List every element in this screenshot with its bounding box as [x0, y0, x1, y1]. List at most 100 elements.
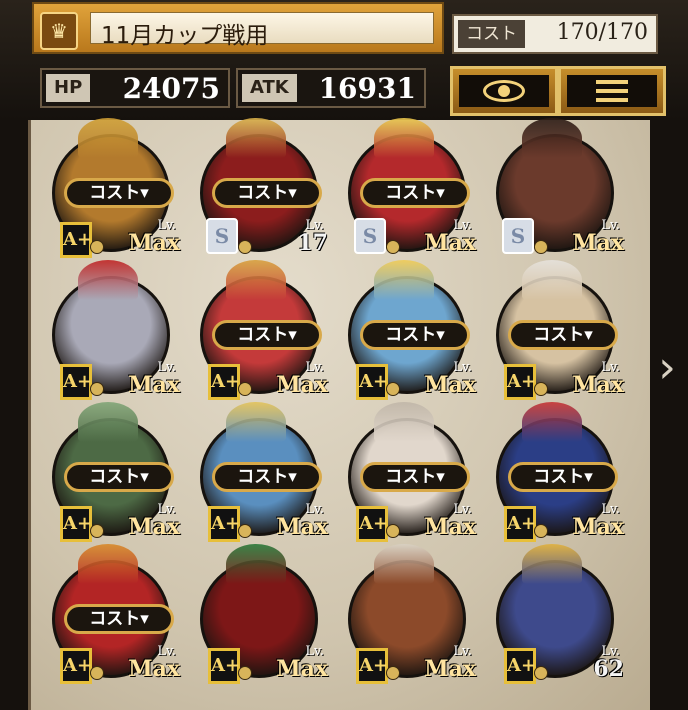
rank-a-plus-badge: A+ — [504, 506, 536, 542]
character-crest — [226, 402, 286, 442]
rank-a-plus-badge: A+ — [356, 506, 388, 542]
menu-button[interactable] — [558, 66, 666, 116]
lock-icon — [238, 382, 252, 396]
character-card[interactable]: コスト▾ A+ Lv. Max — [484, 260, 624, 408]
right-frame — [650, 120, 688, 710]
cost-dropdown[interactable]: コスト▾ — [212, 320, 322, 350]
level-value: Max — [572, 514, 624, 540]
cost-dropdown[interactable]: コスト▾ — [64, 604, 174, 634]
level-value: Max — [276, 372, 328, 398]
character-crest — [226, 544, 286, 584]
level-value: Max — [424, 656, 476, 682]
level-value: Max — [424, 230, 476, 256]
level-value: Max — [572, 372, 624, 398]
character-crest — [226, 118, 286, 158]
hp-display: HP 24075 — [40, 68, 230, 108]
lock-icon — [386, 524, 400, 538]
character-card[interactable]: コスト▾ A+ Lv. Max — [40, 402, 180, 550]
character-card[interactable]: コスト▾ A+ Lv. Max — [40, 118, 180, 266]
lock-icon — [534, 240, 548, 254]
rank-a-plus-badge: A+ — [208, 506, 240, 542]
view-button[interactable] — [450, 66, 558, 116]
character-card[interactable]: コスト▾ S Lv. Max — [336, 118, 476, 266]
level-value: Max — [424, 514, 476, 540]
character-crest — [374, 118, 434, 158]
lock-icon — [90, 382, 104, 396]
character-card[interactable]: A+ Lv. Max — [40, 260, 180, 408]
lock-icon — [386, 382, 400, 396]
level-value: Max — [128, 656, 180, 682]
character-card[interactable]: コスト▾ A+ Lv. Max — [40, 544, 180, 692]
character-crest — [374, 260, 434, 300]
next-page-icon[interactable]: › — [652, 340, 682, 396]
level-value: Max — [424, 372, 476, 398]
level-value: Max — [128, 514, 180, 540]
deck-name-box: 11月カップ戦用 — [90, 12, 434, 49]
character-card[interactable]: コスト▾ A+ Lv. Max — [188, 260, 328, 408]
cost-dropdown[interactable]: コスト▾ — [212, 462, 322, 492]
cost-value: 170/170 — [556, 20, 648, 45]
rank-a-plus-badge: A+ — [504, 364, 536, 400]
rank-a-plus-badge: A+ — [356, 364, 388, 400]
cost-dropdown[interactable]: コスト▾ — [360, 320, 470, 350]
lock-icon — [90, 240, 104, 254]
menu-icon — [596, 80, 628, 102]
character-crest — [522, 402, 582, 442]
eye-icon — [483, 80, 525, 102]
character-crest — [374, 544, 434, 584]
character-card[interactable]: コスト▾ S Lv. 17 — [188, 118, 328, 266]
cost-dropdown[interactable]: コスト▾ — [212, 178, 322, 208]
deck-banner[interactable]: ♛ 11月カップ戦用 — [32, 2, 444, 54]
lock-icon — [534, 382, 548, 396]
level-value: Max — [276, 514, 328, 540]
lock-icon — [386, 666, 400, 680]
rank-a-plus-badge: A+ — [60, 222, 92, 258]
lock-icon — [534, 666, 548, 680]
cost-dropdown[interactable]: コスト▾ — [360, 462, 470, 492]
rank-a-plus-badge: A+ — [60, 506, 92, 542]
rank-s-badge: S — [502, 218, 534, 254]
level-value: Max — [128, 372, 180, 398]
character-crest — [522, 544, 582, 584]
deck-name: 11月カップ戦用 — [101, 23, 269, 49]
atk-display: ATK 16931 — [236, 68, 426, 108]
character-card[interactable]: コスト▾ A+ Lv. Max — [336, 402, 476, 550]
character-card[interactable]: A+ Lv. Max — [188, 544, 328, 692]
atk-value: 16931 — [318, 72, 416, 105]
character-card[interactable]: S Lv. Max — [484, 118, 624, 266]
hp-value: 24075 — [122, 72, 220, 105]
character-crest — [374, 402, 434, 442]
character-crest — [522, 118, 582, 158]
lock-icon — [238, 524, 252, 538]
atk-label: ATK — [242, 74, 297, 102]
character-card[interactable]: コスト▾ A+ Lv. Max — [484, 402, 624, 550]
cost-dropdown[interactable]: コスト▾ — [64, 178, 174, 208]
level-value: Max — [276, 656, 328, 682]
cost-dropdown[interactable]: コスト▾ — [508, 462, 618, 492]
rank-a-plus-badge: A+ — [208, 364, 240, 400]
character-crest — [78, 118, 138, 158]
rank-s-badge: S — [206, 218, 238, 254]
lock-icon — [534, 524, 548, 538]
crown-icon: ♛ — [40, 12, 78, 50]
character-card[interactable]: A+ Lv. 62 — [484, 544, 624, 692]
rank-a-plus-badge: A+ — [356, 648, 388, 684]
character-card[interactable]: コスト▾ A+ Lv. Max — [336, 260, 476, 408]
character-card[interactable]: A+ Lv. Max — [336, 544, 476, 692]
level-value: 17 — [297, 230, 328, 256]
rank-a-plus-badge: A+ — [504, 648, 536, 684]
rank-a-plus-badge: A+ — [208, 648, 240, 684]
hp-label: HP — [46, 74, 91, 102]
lock-icon — [90, 524, 104, 538]
character-card[interactable]: コスト▾ A+ Lv. Max — [188, 402, 328, 550]
character-crest — [78, 260, 138, 300]
cost-dropdown[interactable]: コスト▾ — [64, 462, 174, 492]
cost-label: コスト — [458, 20, 525, 48]
cost-dropdown[interactable]: コスト▾ — [508, 320, 618, 350]
lock-icon — [238, 240, 252, 254]
character-crest — [522, 260, 582, 300]
character-crest — [78, 402, 138, 442]
cost-dropdown[interactable]: コスト▾ — [360, 178, 470, 208]
character-crest — [226, 260, 286, 300]
lock-icon — [90, 666, 104, 680]
